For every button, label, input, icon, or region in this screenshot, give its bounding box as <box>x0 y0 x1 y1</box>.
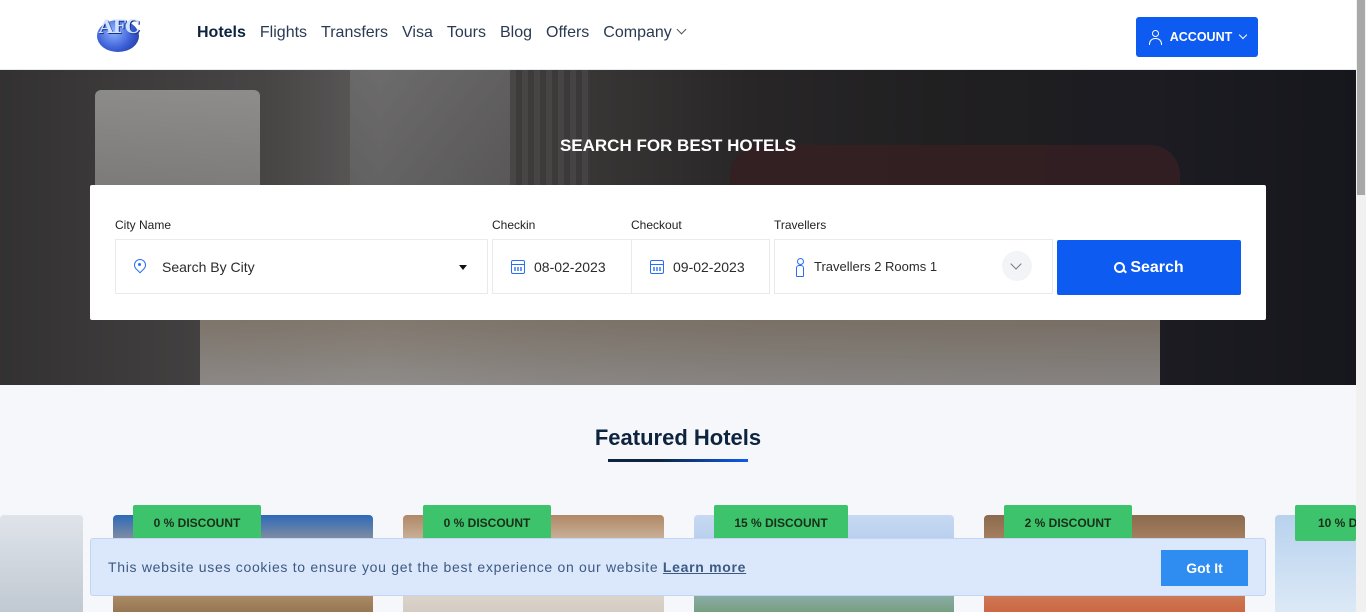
checkout-date-input[interactable]: 09-02-2023 <box>631 239 770 294</box>
cookie-banner: This website uses cookies to ensure you … <box>90 538 1266 596</box>
calendar-icon <box>650 259 664 274</box>
checkin-date-value: 08-02-2023 <box>534 258 606 275</box>
logo-text: AFC <box>98 16 140 38</box>
site-logo[interactable]: AFC <box>95 14 143 52</box>
chevron-down-icon <box>1239 30 1248 40</box>
nav-item-offers[interactable]: Offers <box>546 24 589 42</box>
travellers-label: Travellers <box>774 218 827 232</box>
nav-item-blog[interactable]: Blog <box>500 24 532 42</box>
nav-item-tours[interactable]: Tours <box>447 24 486 42</box>
scrollbar-thumb[interactable] <box>1357 0 1365 195</box>
got-it-button[interactable]: Got It <box>1161 550 1248 586</box>
featured-hotels-title: Featured Hotels <box>594 425 762 450</box>
hero-title: SEARCH FOR BEST HOTELS <box>559 136 797 155</box>
map-pin-icon <box>134 259 146 275</box>
hotel-search-form: City Name Search By City Checkin 08-02-2… <box>90 185 1266 320</box>
chevron-down-icon[interactable] <box>1002 251 1032 281</box>
user-icon <box>1148 30 1162 45</box>
learn-more-link[interactable]: Learn more <box>663 559 746 575</box>
checkin-label: Checkin <box>492 218 536 232</box>
search-icon <box>1114 261 1126 274</box>
account-button[interactable]: ACCOUNT <box>1136 17 1258 57</box>
checkin-date-input[interactable]: 08-02-2023 <box>492 239 632 294</box>
discount-badge: 0 % DISCOUNT <box>423 505 551 541</box>
hotel-card-image[interactable] <box>0 515 83 612</box>
discount-badge: 2 % DISCOUNT <box>1004 505 1132 541</box>
city-select[interactable]: Search By City <box>115 239 488 294</box>
discount-badge: 0 % DISCOUNT <box>133 505 261 541</box>
nav-item-flights[interactable]: Flights <box>260 24 307 42</box>
chevron-down-icon <box>676 24 687 35</box>
travellers-select-value: Travellers 2 Rooms 1 <box>814 259 938 274</box>
search-button-label: Search <box>1130 258 1184 276</box>
page: AFC Hotels Flights Transfers Visa Tours … <box>0 0 1366 612</box>
cookie-message-text: This website uses cookies to ensure you … <box>108 559 663 575</box>
travellers-select[interactable]: Travellers 2 Rooms 1 <box>774 239 1053 294</box>
checkout-label: Checkout <box>631 218 682 232</box>
person-icon <box>795 257 805 277</box>
caret-down-icon <box>459 265 467 270</box>
nav-item-hotels[interactable]: Hotels <box>197 24 246 42</box>
search-button[interactable]: Search <box>1057 240 1241 295</box>
discount-badge: 15 % DISCOUNT <box>714 505 848 541</box>
nav-item-visa[interactable]: Visa <box>402 24 433 42</box>
page-scrollbar[interactable] <box>1356 0 1366 612</box>
nav-item-company[interactable]: Company <box>603 24 687 42</box>
discount-badge: 10 % DI <box>1295 505 1356 541</box>
calendar-icon <box>511 259 525 274</box>
account-button-label: ACCOUNT <box>1169 30 1233 44</box>
checkout-date-value: 09-02-2023 <box>673 258 745 275</box>
cookie-message: This website uses cookies to ensure you … <box>108 559 746 575</box>
city-select-value: Search By City <box>162 258 255 275</box>
site-header: AFC Hotels Flights Transfers Visa Tours … <box>0 0 1356 70</box>
nav-item-transfers[interactable]: Transfers <box>321 24 388 42</box>
main-nav: Hotels Flights Transfers Visa Tours Blog… <box>197 24 687 42</box>
nav-item-company-label: Company <box>603 24 672 41</box>
title-underline <box>608 459 748 462</box>
city-name-label: City Name <box>115 218 172 232</box>
